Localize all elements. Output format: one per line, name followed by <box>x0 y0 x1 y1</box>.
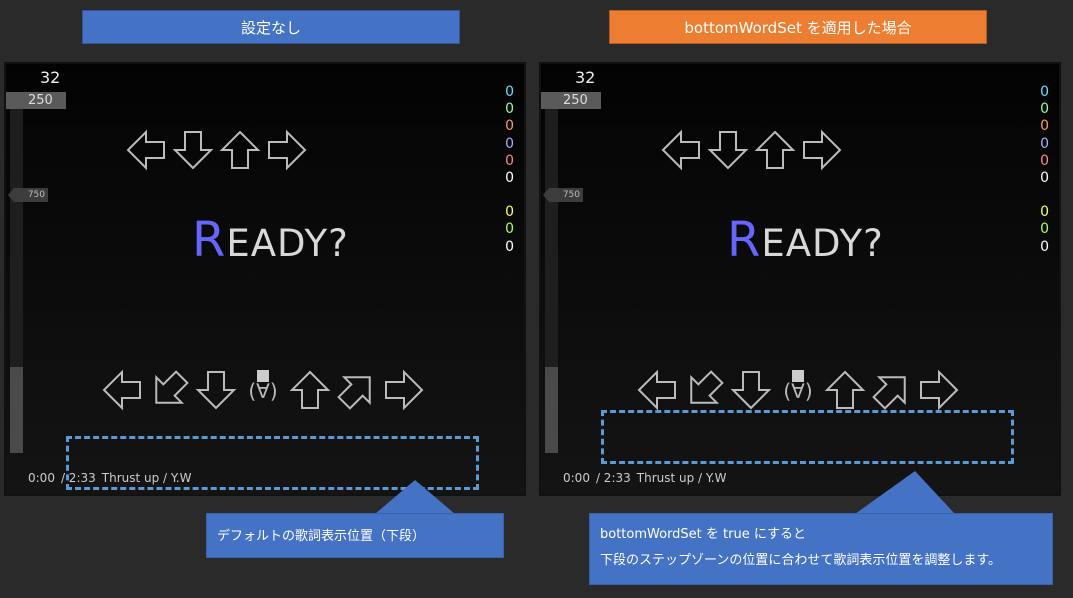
callout-left-pointer <box>375 471 955 514</box>
callout-line-2: 下段のステップゾーンの位置に合わせて歌詞表示位置を調整します。 <box>600 553 1002 568</box>
callout-bottomwordset: bottomWordSet を true にすると 下段のステップゾーンの位置に… <box>589 513 1053 585</box>
callout-line-1: bottomWordSet を true にすると <box>600 527 806 542</box>
callout-default-position: デフォルトの歌詞表示位置（下段） <box>206 513 504 558</box>
